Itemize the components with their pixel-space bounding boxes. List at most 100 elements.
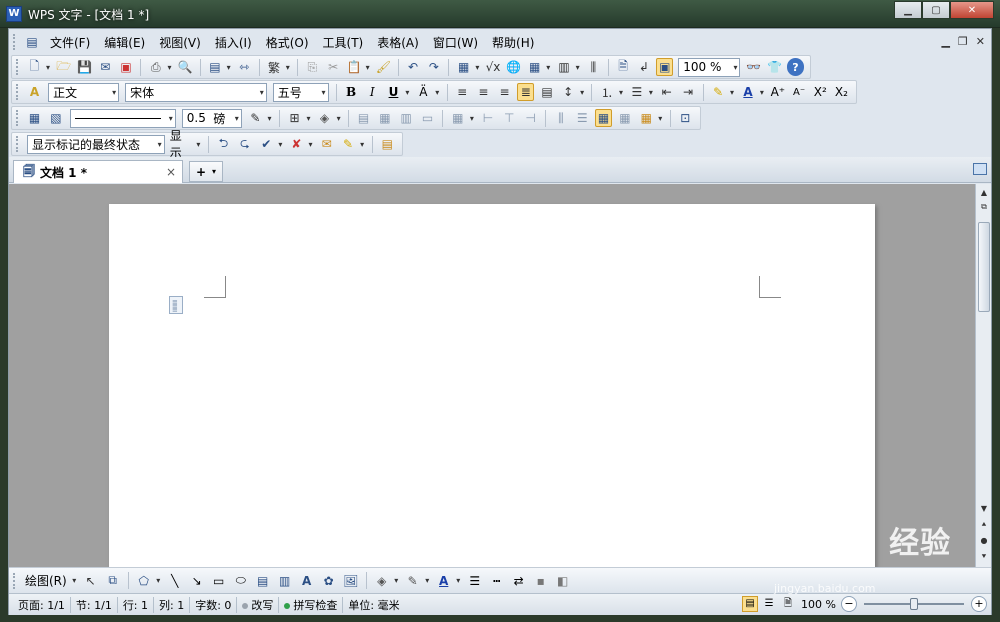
scroll-thumb[interactable] (978, 222, 990, 312)
scroll-down-icon[interactable]: ▼ (977, 502, 991, 516)
toolbar-grip[interactable] (16, 84, 20, 100)
page-setup-dropdown-icon[interactable]: ▾ (225, 63, 232, 72)
distribute-rows-icon[interactable]: ☰ (574, 109, 591, 127)
increase-indent-icon[interactable]: ⇥ (679, 83, 696, 101)
style-combo[interactable]: 正文 ▾ (48, 82, 120, 102)
menu-grip[interactable] (13, 34, 17, 50)
document-map-icon[interactable]: 🗎 (615, 58, 632, 76)
font-size-combo[interactable]: 五号 ▾ (272, 82, 329, 102)
fill-color-dropdown-icon[interactable]: ▾ (393, 576, 400, 585)
font-combo[interactable]: 宋体 ▾ (125, 82, 267, 102)
hyperlink-icon[interactable]: 🌐 (505, 58, 522, 76)
table-properties-icon[interactable]: ⊡ (677, 109, 694, 127)
merge-cells-icon[interactable]: ▤ (355, 109, 372, 127)
bullets-icon[interactable]: ☰ (628, 83, 645, 101)
status-overtype[interactable]: 改写 (237, 596, 280, 613)
borders-icon[interactable]: ⊞ (286, 109, 303, 127)
open-folder-icon[interactable]: 🗁 (55, 58, 72, 76)
autoshapes-dropdown-icon[interactable]: ▾ (155, 576, 162, 585)
line-tool-icon[interactable]: ╲ (166, 572, 184, 590)
toolbar-grip[interactable] (16, 136, 20, 152)
shading-dropdown-icon[interactable]: ▾ (335, 114, 342, 123)
new-dropdown-icon[interactable]: ▾ (45, 63, 52, 72)
cut-icon[interactable]: ✂ (325, 58, 342, 76)
status-page[interactable]: 页面: 1/1 (13, 596, 71, 613)
autoshapes-icon[interactable]: ⬠ (135, 572, 153, 590)
accept-change-icon[interactable]: ✔ (258, 135, 275, 153)
split-cells-icon[interactable]: ▦ (376, 109, 393, 127)
menu-view[interactable]: 视图(V) (152, 32, 208, 53)
grow-font-icon[interactable]: A⁺ (769, 83, 786, 101)
tab-close-icon[interactable]: × (166, 165, 176, 179)
shape-font-color-dropdown-icon[interactable]: ▾ (455, 576, 462, 585)
line-style-combo[interactable]: ▾ (69, 108, 176, 128)
minimize-button[interactable]: ▁ (894, 1, 922, 19)
menu-insert[interactable]: 插入(I) (208, 32, 259, 53)
outline-view-icon[interactable]: ☰ (761, 596, 777, 612)
border-color-icon[interactable]: ✎ (247, 109, 264, 127)
paste-icon[interactable]: 📋 (346, 58, 363, 76)
task-pane-toggle-icon[interactable] (973, 163, 987, 175)
draw-table-icon[interactable]: ▦ (26, 109, 43, 127)
scroll-up-icon[interactable]: ▲ (977, 186, 991, 200)
wordart-icon[interactable]: A (298, 572, 316, 590)
menu-help[interactable]: 帮助(H) (485, 32, 541, 53)
show-menu[interactable]: 显示 (168, 127, 195, 161)
align-cell-right-icon[interactable]: ⊣ (522, 109, 539, 127)
fill-color-icon[interactable]: ◈ (373, 572, 391, 590)
ellipse-tool-icon[interactable]: ⬭ (232, 572, 250, 590)
close-button[interactable]: ✕ (950, 1, 994, 19)
table-fill-icon[interactable]: ▦ (638, 109, 655, 127)
reviewing-pane-icon[interactable]: ▤ (379, 135, 396, 153)
draw-dropdown-icon[interactable]: ▾ (71, 576, 78, 585)
select-multiple-icon[interactable]: ⧉ (104, 572, 122, 590)
line-weight-combo[interactable]: 0.5 磅 ▾ (181, 108, 242, 128)
zoom-in-button[interactable]: + (971, 596, 987, 612)
toolbar-grip[interactable] (16, 110, 20, 126)
wps-app-icon[interactable]: W (6, 6, 22, 22)
line-color-icon[interactable]: ✎ (404, 572, 422, 590)
status-spellcheck[interactable]: 拼写检查 (279, 596, 344, 613)
shrink-font-icon[interactable]: A⁻ (790, 83, 807, 101)
split-table-icon[interactable]: ▥ (398, 109, 415, 127)
cell-align-icon[interactable]: ▭ (419, 109, 436, 127)
doc-close-icon[interactable]: ✕ (976, 35, 985, 48)
copy-icon[interactable]: ⎘ (304, 58, 321, 76)
bold-button[interactable]: B (343, 83, 360, 101)
document-tab[interactable]: 🗐 文档 1 * × (13, 160, 183, 183)
line-spacing-icon[interactable]: ↕ (560, 83, 577, 101)
italic-button[interactable]: I (364, 83, 381, 101)
picture-icon[interactable]: 🖼 (342, 572, 360, 590)
page-view-icon[interactable]: ▤ (742, 596, 759, 612)
full-page-icon[interactable]: ▣ (656, 58, 674, 76)
menu-table[interactable]: 表格(A) (370, 32, 426, 53)
align-cell-top-icon[interactable]: ⊤ (501, 109, 518, 127)
table-autoformat-icon[interactable]: ▦ (594, 109, 613, 127)
line-color-dropdown-icon[interactable]: ▾ (424, 576, 431, 585)
highlight-icon[interactable]: ✎ (710, 83, 727, 101)
previous-page-icon[interactable]: ⯅ (977, 518, 991, 532)
menu-format[interactable]: 格式(O) (259, 32, 316, 53)
previous-change-icon[interactable]: ⮌ (215, 135, 232, 153)
status-word-count[interactable]: 字数: 0 (190, 596, 238, 613)
page-nav-icon[interactable]: ⧉ (977, 200, 991, 214)
page-setup-icon[interactable]: ▤ (207, 58, 224, 76)
grid-table-icon[interactable]: ▦ (526, 58, 543, 76)
find-icon[interactable]: 👓 (745, 58, 762, 76)
page-break-icon[interactable]: ⇿ (236, 58, 253, 76)
paragraph-layout-icon[interactable]: ≡ ≡ ≡ (169, 296, 183, 314)
arrow-tool-icon[interactable]: ↘ (188, 572, 206, 590)
zoom-combo[interactable]: 100 % ▾ (678, 57, 741, 77)
skin-icon[interactable]: 👕 (766, 58, 783, 76)
bullets-dropdown-icon[interactable]: ▾ (648, 88, 655, 97)
underline-dropdown-icon[interactable]: ▾ (404, 88, 411, 97)
text-direction-icon[interactable]: ⫼ (585, 58, 602, 76)
next-page-icon[interactable]: ⯆ (977, 550, 991, 564)
doc-restore-icon[interactable]: ❐ (958, 35, 968, 48)
web-view-icon[interactable]: 🗎 (780, 596, 796, 612)
select-objects-icon[interactable]: ↖ (82, 572, 100, 590)
insert-table-dropdown-icon[interactable]: ▾ (469, 114, 476, 123)
zoom-slider-knob[interactable] (910, 598, 918, 610)
decrease-indent-icon[interactable]: ⇤ (658, 83, 675, 101)
arrow-style-icon[interactable]: ⇄ (510, 572, 528, 590)
